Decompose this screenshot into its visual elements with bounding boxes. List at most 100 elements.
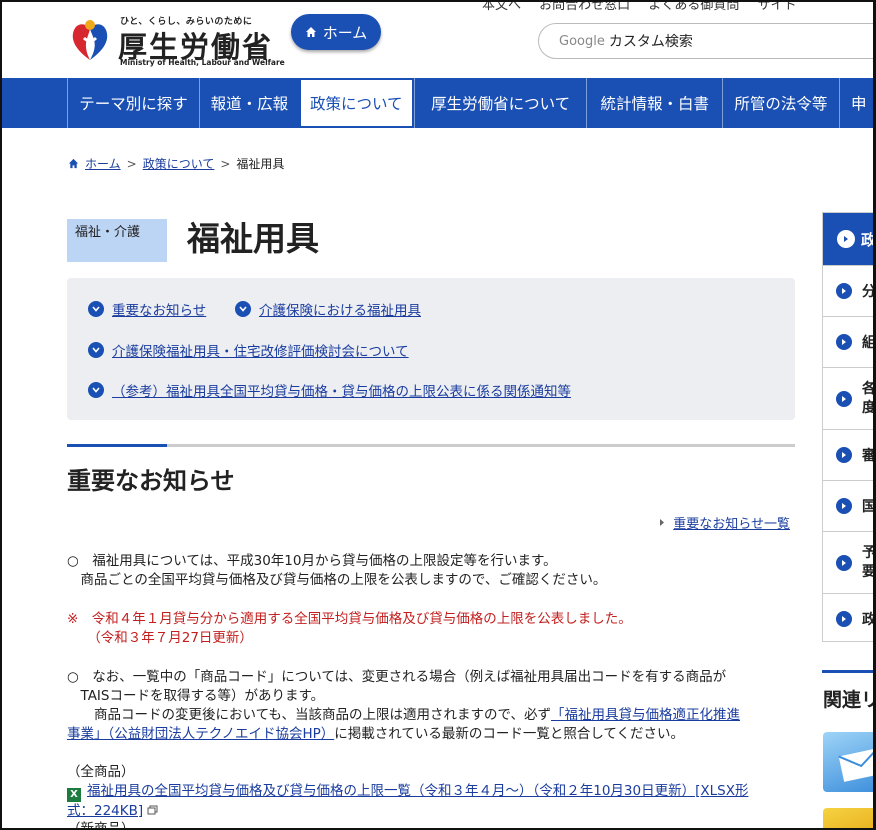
global-nav: テーマ別に探す 報道・広報 政策について 厚生労働省について 統計情報・白書 所…: [2, 78, 873, 128]
related-links-title: 関連リ: [823, 689, 876, 711]
side-menu-item-label: 分: [862, 284, 876, 300]
home-button-label: ホーム: [322, 23, 368, 42]
chevron-down-icon: [88, 342, 104, 358]
anchor-link-label: 介護保険における福祉用具: [259, 303, 421, 319]
utility-links: 本文へ お問合わせ窓口 よくある御質問 サイト: [482, 2, 810, 13]
utility-link-site[interactable]: サイト: [757, 2, 796, 13]
related-banner-mail[interactable]: [823, 732, 873, 792]
section-divider: [67, 444, 795, 447]
related-banner[interactable]: [823, 808, 873, 828]
all-products-label: （全商品）: [67, 764, 135, 780]
chevron-right-icon: [836, 498, 852, 514]
side-menu-item[interactable]: 組: [823, 316, 876, 367]
side-menu-item-label: 審: [862, 448, 876, 464]
paragraph-line: 式：224KB]: [67, 802, 748, 821]
notice-list-link[interactable]: 重要なお知らせ一覧: [659, 513, 790, 532]
chevron-right-icon: [837, 230, 855, 248]
breadcrumb-separator: >: [126, 156, 137, 171]
page-frame: 本文へ お問合わせ窓口 よくある御質問 サイト ひと、くらし、みらいのために 厚…: [0, 0, 876, 830]
side-menu-item[interactable]: 国: [823, 480, 876, 531]
utility-link-faq[interactable]: よくある御質問: [648, 2, 739, 13]
breadcrumb-home-link[interactable]: ホーム: [85, 155, 121, 172]
technoaid-link-cont[interactable]: 事業」（公益財団法人テクノエイド協会HP）: [67, 726, 334, 742]
side-menu-header-label: 政: [861, 230, 876, 249]
notice-list-link-label: 重要なお知らせ一覧: [673, 517, 790, 532]
chevron-down-icon: [88, 382, 104, 398]
xlsx-download-link[interactable]: X 福祉用具の全国平均貸与価格及び貸与価格の上限一覧（令和３年４月～）（令和２年1…: [67, 782, 748, 821]
caret-right-icon: [660, 519, 665, 526]
side-menu-item-label: 政: [862, 611, 876, 628]
page-title: 福祉用具: [187, 219, 319, 258]
anchor-link-label: 重要なお知らせ: [112, 303, 207, 319]
side-menu-item-line: 予: [862, 544, 876, 561]
side-menu-item-label: 組: [862, 335, 876, 351]
nav-item-statistics[interactable]: 統計情報・白書: [586, 78, 722, 128]
nav-item-about[interactable]: 厚生労働省について: [413, 78, 586, 128]
nav-item-laws[interactable]: 所管の法令等: [722, 78, 838, 128]
anchor-link-reference-notices[interactable]: （参考）福祉用具全国平均貸与価格・貸与価格の上限公表に係る関係通知等: [88, 380, 571, 400]
chevron-right-icon: [836, 554, 852, 571]
chevron-right-icon: [836, 390, 852, 407]
anchor-link-review-committee[interactable]: 介護保険福祉用具・住宅改修評価検討会について: [88, 340, 409, 360]
side-menu-header[interactable]: 政: [823, 213, 876, 265]
section-title: 重要なお知らせ: [67, 467, 235, 495]
home-icon: [68, 158, 79, 169]
home-button[interactable]: ホーム: [291, 14, 381, 50]
side-policy-menu: 政 分 組 各度 審 国 予要 政: [822, 212, 876, 643]
update-notice-date: （令和３年７月27日更新）: [67, 630, 253, 646]
site-header: 本文へ お問合わせ窓口 よくある御質問 サイト ひと、くらし、みらいのために 厚…: [2, 2, 873, 78]
notice-paragraph-2: ○ なお、一覧中の「商品コード」については、変更される場合（例えば福祉用具届出コ…: [67, 668, 740, 744]
utility-link-contact[interactable]: お問合わせ窓口: [539, 2, 630, 13]
side-menu-item-line: 要: [862, 563, 876, 580]
side-menu-item[interactable]: 予要: [823, 531, 876, 593]
home-icon: [305, 27, 316, 37]
anchor-link-important-notice[interactable]: 重要なお知らせ: [88, 299, 206, 319]
chevron-right-icon: [836, 283, 852, 299]
side-menu-item-line: 度: [862, 399, 876, 416]
update-notice-line: ※ 令和４年１月貸与分から適用する全国平均貸与価格及び貸与価格の上限を公表しまし…: [67, 611, 632, 627]
nav-item-policy[interactable]: 政策について: [298, 78, 414, 128]
side-menu-item-label: 予要: [862, 544, 876, 582]
breadcrumb-separator: >: [220, 156, 231, 171]
ministry-logo-icon: [72, 20, 108, 60]
paragraph-line: X 福祉用具の全国平均貸与価格及び貸与価格の上限一覧（令和３年４月～）（令和２年1…: [67, 782, 748, 802]
paragraph-line: 商品ごとの全国平均貸与価格及び貸与価格の上限を公表しますので、ご確認ください。: [67, 572, 607, 588]
category-badge: 福祉・介護: [67, 219, 167, 262]
search-input[interactable]: Google カスタム検索: [538, 23, 873, 59]
side-menu-item-line: 各: [862, 380, 876, 397]
side-menu-item-label: 国: [862, 499, 876, 515]
nav-item-press[interactable]: 報道・広報: [199, 78, 299, 128]
breadcrumb-current: 福祉用具: [236, 157, 285, 171]
paragraph-line: 商品コードの変更後においても、当該商品の上限は適用されますので、必ず「福祉用具貸…: [67, 706, 740, 725]
paragraph-line: 事業」（公益財団法人テクノエイド協会HP）に掲載されている最新のコード一覧と照合…: [67, 725, 740, 744]
side-menu-item[interactable]: 各度: [823, 367, 876, 429]
related-divider: [822, 670, 873, 673]
envelope-icon: [838, 747, 873, 782]
nav-item-application[interactable]: 申: [838, 78, 873, 128]
chevron-right-icon: [836, 334, 852, 350]
paragraph-line: ○ なお、一覧中の「商品コード」については、変更される場合（例えば福祉用具届出コ…: [67, 669, 727, 685]
excel-file-icon: X: [67, 788, 81, 802]
paragraph-line: TAISコードを取得する等）があります。: [67, 688, 325, 704]
side-menu-item[interactable]: 審: [823, 429, 876, 480]
xlsx-link-label-cont: 式：224KB]: [67, 803, 144, 819]
paragraph-text: 商品コードの変更後においても、当該商品の上限は適用されますので、必ず: [67, 707, 551, 723]
utility-link-main[interactable]: 本文へ: [482, 2, 521, 13]
breadcrumb-policy-link[interactable]: 政策について: [143, 155, 215, 172]
anchor-link-care-insurance[interactable]: 介護保険における福祉用具: [235, 299, 421, 319]
anchor-link-label: 介護保険福祉用具・住宅改修評価検討会について: [112, 344, 409, 360]
chevron-down-icon: [235, 301, 251, 317]
side-menu-item-label: 各度: [862, 380, 876, 418]
update-notice: ※ 令和４年１月貸与分から適用する全国平均貸与価格及び貸与価格の上限を公表しまし…: [67, 610, 632, 648]
technoaid-link[interactable]: 「福祉用具貸与価格適正化推進: [551, 707, 740, 723]
search-brand: Google: [559, 33, 605, 49]
anchor-link-label: （参考）福祉用具全国平均貸与価格・貸与価格の上限公表に係る関係通知等: [112, 384, 571, 400]
side-menu-item[interactable]: 政: [823, 593, 876, 643]
side-menu-item[interactable]: 分: [823, 265, 876, 316]
xlsx-link-label: 福祉用具の全国平均貸与価格及び貸与価格の上限一覧（令和３年４月～）（令和２年10…: [87, 783, 749, 799]
notice-paragraph-1: ○ 福祉用具については、平成30年10月から貸与価格の上限設定等を行います。 商…: [67, 552, 606, 590]
site-logo[interactable]: ひと、くらし、みらいのために 厚生労働省 Ministry of Health,…: [66, 12, 285, 72]
nav-item-themes[interactable]: テーマ別に探す: [67, 78, 199, 128]
paragraph-line: ○ 福祉用具については、平成30年10月から貸与価格の上限設定等を行います。: [67, 553, 557, 569]
